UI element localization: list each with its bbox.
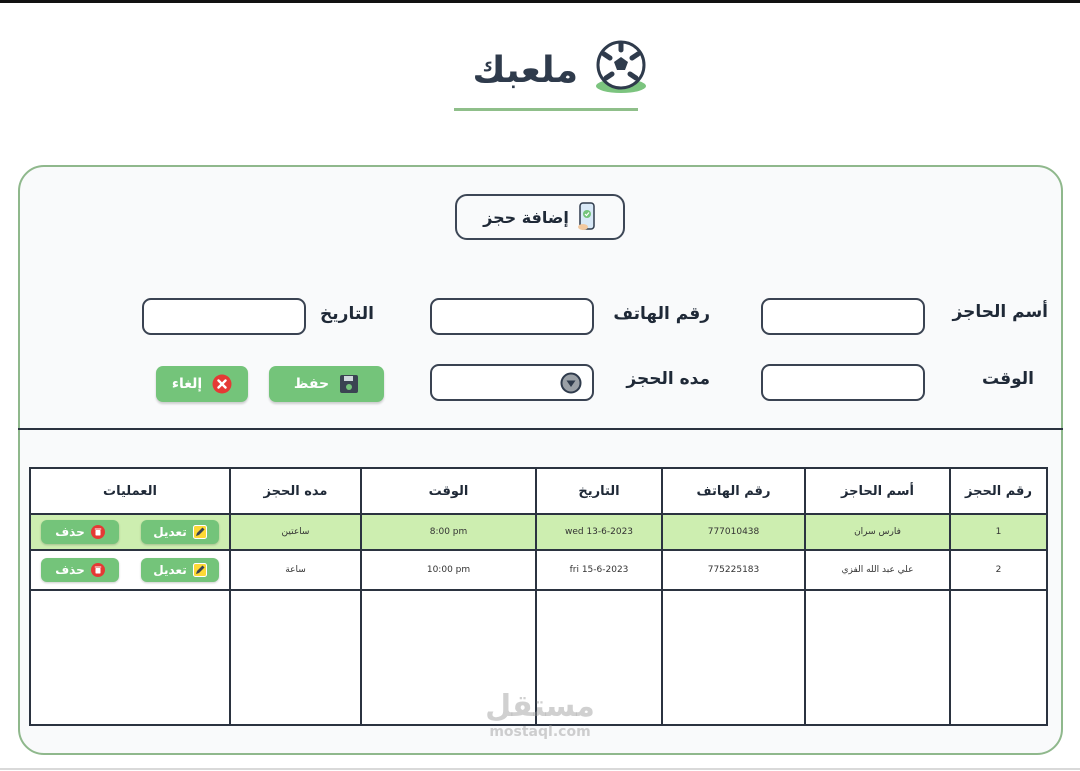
cell-name: فارس سران (804, 513, 951, 551)
edit-button[interactable]: تعديل (141, 520, 219, 544)
chevron-down-icon (560, 372, 582, 393)
delete-button-label: حذف (55, 525, 85, 539)
phone-check-icon (577, 202, 595, 230)
add-booking-title: إضافة حجز (455, 194, 625, 240)
bookings-table: رقم الحجز أسم الحاجز رقم الهاتف التاريخ … (29, 467, 1048, 726)
duration-label: مده الحجز (626, 369, 710, 389)
cell-actions: تعديل حذف (29, 513, 231, 551)
bottom-border (0, 768, 1080, 770)
cancel-button[interactable]: إلغاء (156, 366, 248, 402)
cell-date: fri 15-6-2023 (535, 549, 663, 591)
cell-time: 10:00 pm (360, 549, 537, 591)
cell-booking-id: 2 (949, 549, 1048, 591)
soccer-ball-icon (596, 40, 646, 93)
edit-button-label: تعديل (153, 525, 187, 539)
header-duration: مده الحجز (229, 467, 362, 515)
header-phone: رقم الهاتف (661, 467, 806, 515)
cell-duration: ساعتين (229, 513, 362, 551)
name-input[interactable] (761, 298, 925, 335)
date-label: التاريخ (320, 304, 374, 324)
phone-input[interactable] (430, 298, 594, 335)
section-divider (18, 428, 1063, 430)
cell-name: علي عبد الله الفزي (804, 549, 951, 591)
delete-button-label: حذف (55, 563, 85, 577)
table-header-row: رقم الحجز أسم الحاجز رقم الهاتف التاريخ … (29, 467, 1048, 515)
cancel-button-label: إلغاء (171, 376, 203, 392)
cell-date: wed 13-6-2023 (535, 513, 663, 551)
logo-underline (454, 108, 638, 111)
top-border (0, 0, 1080, 3)
add-booking-title-text: إضافة حجز (483, 207, 569, 227)
cell-phone: 775225183 (661, 549, 806, 591)
cell-actions: تعديل حذف (29, 549, 231, 591)
close-icon (212, 374, 232, 394)
logo-text: ملعبك (472, 50, 578, 91)
watermark-latin: mostaql.com (489, 724, 591, 740)
time-label: الوقت (982, 369, 1034, 389)
edit-icon (192, 563, 207, 577)
save-button[interactable]: حفظ (269, 366, 384, 402)
name-label: أسم الحاجز (952, 302, 1048, 322)
date-input[interactable] (142, 298, 306, 335)
header-booking-id: رقم الحجز (949, 467, 1048, 515)
save-button-label: حفظ (293, 376, 330, 392)
header-time: الوقت (360, 467, 537, 515)
time-input[interactable] (761, 364, 925, 401)
duration-select[interactable] (430, 364, 594, 401)
table-row[interactable]: 2 علي عبد الله الفزي 775225183 fri 15-6-… (29, 549, 1048, 591)
edit-button-label: تعديل (153, 563, 187, 577)
table-row[interactable]: 1 فارس سران 777010438 wed 13-6-2023 8:00… (29, 513, 1048, 551)
app-logo: ملعبك (450, 36, 650, 116)
cell-duration: ساعة (229, 549, 362, 591)
header-date: التاريخ (535, 467, 663, 515)
header-name: أسم الحاجز (804, 467, 951, 515)
edit-icon (192, 525, 207, 539)
trash-icon (90, 563, 105, 577)
edit-button[interactable]: تعديل (141, 558, 219, 582)
watermark: مستقل mostaql.com (470, 689, 610, 741)
floppy-disk-icon (340, 375, 359, 393)
cell-phone: 777010438 (661, 513, 806, 551)
trash-icon (90, 525, 105, 539)
watermark-arabic: مستقل (485, 689, 595, 724)
cell-time: 8:00 pm (360, 513, 537, 551)
delete-button[interactable]: حذف (41, 558, 119, 582)
phone-label: رقم الهاتف (613, 304, 710, 324)
delete-button[interactable]: حذف (41, 520, 119, 544)
cell-booking-id: 1 (949, 513, 1048, 551)
header-actions: العمليات (29, 467, 231, 515)
